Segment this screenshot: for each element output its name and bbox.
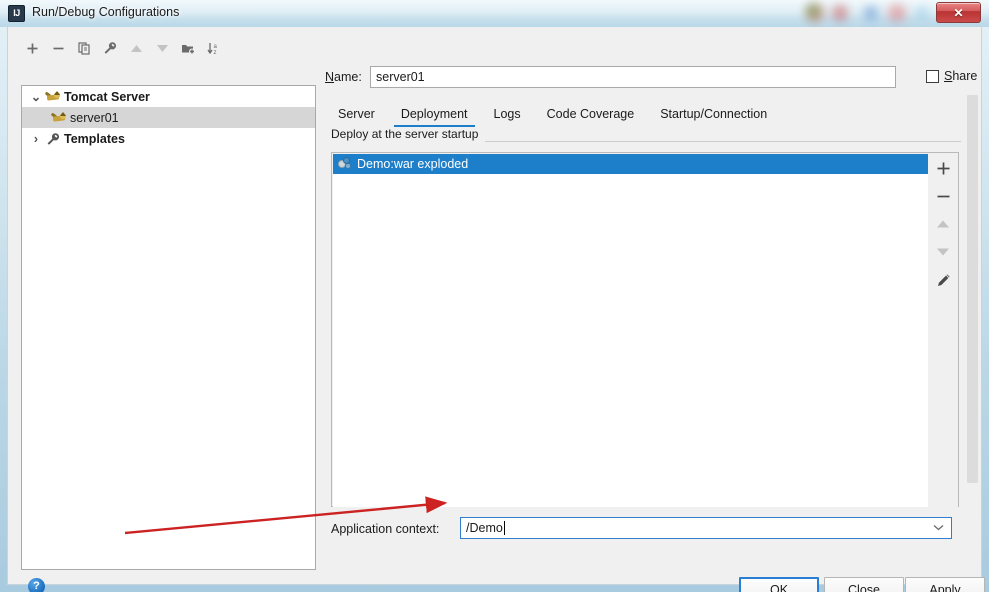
add-configuration-button[interactable] — [21, 36, 43, 60]
create-folder-button[interactable] — [177, 36, 199, 60]
application-context-label: Application context: — [331, 522, 440, 536]
close-icon: ✕ — [953, 5, 964, 20]
name-label: Name: — [325, 70, 362, 84]
glass-reflection-blob — [888, 4, 906, 22]
wrench-icon — [44, 131, 62, 147]
ok-button[interactable]: OK — [739, 577, 819, 592]
tree-node-tomcat-server[interactable]: ⌄ Tomcat Server — [22, 86, 315, 107]
deployment-list-panel: Demo:war exploded — [331, 152, 959, 507]
tree-node-label: server01 — [70, 110, 119, 125]
application-context-combobox[interactable]: /Demo — [460, 517, 952, 539]
configurations-toolbar: a z — [21, 36, 316, 61]
close-button[interactable]: Close — [824, 577, 904, 592]
tree-node-server01[interactable]: server01 — [22, 107, 315, 128]
deployment-artifacts-list[interactable]: Demo:war exploded — [333, 154, 929, 507]
tab-server[interactable]: Server — [325, 100, 388, 127]
remove-artifact-button[interactable] — [928, 182, 958, 210]
share-label: Share — [944, 69, 978, 83]
deployment-side-toolbar — [928, 154, 958, 507]
tomcat-icon — [44, 89, 62, 105]
title-bar: IJ Run/Debug Configurations ✕ — [0, 0, 989, 27]
sort-configurations-button[interactable]: a z — [203, 36, 225, 60]
artifact-icon — [338, 157, 352, 171]
glass-reflection-blob — [916, 7, 928, 19]
artifact-label: Demo:war exploded — [357, 157, 469, 171]
tab-deployment[interactable]: Deployment — [388, 100, 481, 128]
list-item[interactable]: Demo:war exploded — [333, 154, 928, 174]
deploy-at-startup-group: Deploy at the server startup Demo:war ex… — [325, 127, 965, 518]
move-up-button[interactable] — [125, 36, 147, 60]
glass-reflection-blob — [864, 6, 878, 20]
edit-defaults-button[interactable] — [99, 36, 121, 60]
content-scrollbar[interactable] — [967, 95, 978, 483]
share-checkbox-group[interactable]: Share — [926, 69, 977, 83]
application-context-value: /Demo — [466, 521, 503, 535]
window-title: Run/Debug Configurations — [32, 5, 180, 19]
intellij-app-icon: IJ — [8, 5, 25, 22]
remove-configuration-button[interactable] — [47, 36, 69, 60]
run-debug-configurations-dialog: IJ Run/Debug Configurations ✕ a z ⌄ Tomc… — [0, 0, 989, 592]
chevron-right-icon[interactable]: › — [28, 131, 44, 147]
configuration-tabs: Server Deployment Logs Code Coverage Sta… — [325, 100, 965, 128]
glass-reflection-blob — [832, 5, 848, 21]
tree-node-templates[interactable]: › Templates — [22, 128, 315, 149]
deploy-group-title: Deploy at the server startup — [331, 127, 483, 141]
name-input[interactable] — [370, 66, 896, 88]
dialog-client-area: a z ⌄ Tomcat Server server01 › Templates… — [7, 27, 985, 592]
apply-button[interactable]: Apply — [905, 577, 985, 592]
share-checkbox[interactable] — [926, 69, 939, 83]
tab-code-coverage[interactable]: Code Coverage — [534, 100, 648, 127]
move-down-button[interactable] — [151, 36, 173, 60]
tomcat-icon — [50, 110, 68, 126]
group-divider — [485, 141, 961, 142]
add-artifact-button[interactable] — [928, 154, 958, 182]
configurations-tree[interactable]: ⌄ Tomcat Server server01 › Templates — [21, 85, 316, 570]
close-window-button[interactable]: ✕ — [936, 2, 981, 23]
svg-text:z: z — [213, 50, 216, 55]
help-button[interactable]: ? — [28, 578, 45, 592]
chevron-down-icon[interactable]: ⌄ — [28, 89, 44, 105]
move-artifact-down-button[interactable] — [928, 238, 958, 266]
tree-node-label: Templates — [64, 131, 125, 146]
copy-configuration-button[interactable] — [73, 36, 95, 60]
glass-reflection-blob — [806, 4, 820, 18]
tree-node-label: Tomcat Server — [64, 89, 150, 104]
edit-artifact-button[interactable] — [928, 266, 958, 294]
text-caret — [503, 521, 505, 535]
tab-startup-connection[interactable]: Startup/Connection — [647, 100, 780, 127]
move-artifact-up-button[interactable] — [928, 210, 958, 238]
tab-logs[interactable]: Logs — [481, 100, 534, 127]
chevron-down-icon[interactable] — [933, 522, 944, 534]
